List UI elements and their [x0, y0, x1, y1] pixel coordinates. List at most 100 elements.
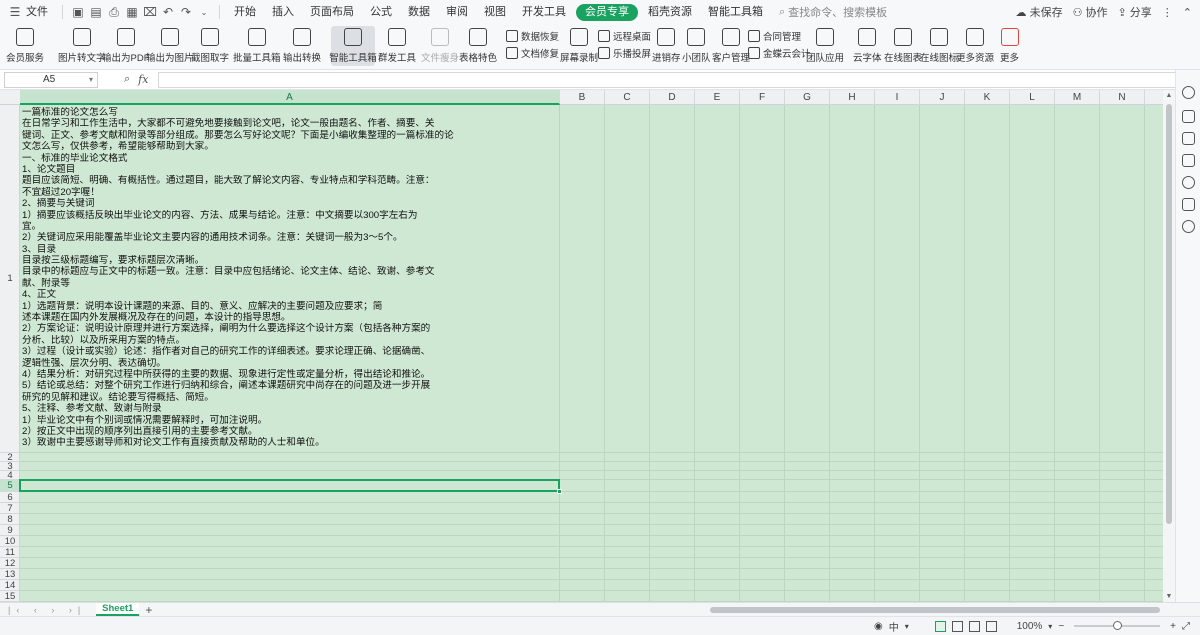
batch-tools-button[interactable]: 批量工具箱	[233, 26, 281, 66]
tab-page-layout[interactable]: 页面布局	[302, 0, 362, 24]
cast-screen-button[interactable]: 乐播投屏	[598, 45, 651, 61]
row-header-10[interactable]: 10	[0, 536, 20, 547]
column-header-m[interactable]: M	[1055, 90, 1100, 105]
export-icon[interactable]: ▤	[88, 4, 104, 20]
normal-view-icon[interactable]	[934, 620, 946, 632]
zoom-level[interactable]: 100%	[1017, 621, 1043, 632]
tab-review[interactable]: 审阅	[438, 0, 476, 24]
data-recover-button[interactable]: 数据恢复	[506, 28, 559, 44]
tab-smart-toolbox[interactable]: 智能工具箱	[700, 0, 771, 24]
cell-area[interactable]: 一篇标准的论文怎么写 在日常学习和工作生活中，大家都不可避免地要接触到论文吧，论…	[19, 105, 1163, 602]
row-header-13[interactable]: 13	[0, 569, 20, 580]
column-header-k[interactable]: K	[965, 90, 1010, 105]
img-to-text-button[interactable]: 图片转文字	[58, 26, 106, 66]
selected-cell[interactable]	[19, 479, 562, 494]
select-icon[interactable]	[1182, 110, 1195, 123]
doc-slim-button[interactable]: 文件瘦身	[421, 26, 459, 66]
export-convert-button[interactable]: 输出转换	[283, 26, 321, 66]
export-pdf-button[interactable]: 输出为PDF	[102, 26, 150, 66]
share-panel-icon[interactable]	[1182, 198, 1195, 211]
column-header-a[interactable]: A	[20, 90, 560, 105]
fill-handle[interactable]	[557, 489, 562, 494]
smart-toolbox-button[interactable]: 智能工具箱	[329, 26, 377, 66]
menu-file[interactable]: 文件	[24, 0, 56, 24]
share-button[interactable]: ⇪ 分享	[1118, 4, 1152, 20]
doc-repair-button[interactable]: 文档修复	[506, 45, 559, 61]
scroll-down-icon[interactable]: ▼	[1163, 593, 1175, 600]
help-icon[interactable]	[1182, 176, 1195, 189]
member-service-button[interactable]: 会员服务	[6, 26, 44, 66]
row-header-8[interactable]: 8	[0, 514, 20, 525]
small-team-button[interactable]: 小团队	[682, 26, 711, 66]
row-header-7[interactable]: 7	[0, 503, 20, 514]
row-header-11[interactable]: 11	[0, 547, 20, 558]
fx-button[interactable]: fx	[138, 73, 148, 86]
undo-icon[interactable]: ↶	[160, 4, 176, 20]
input-mode[interactable]: 中	[889, 619, 899, 634]
format-painter-icon[interactable]: ⌧	[142, 4, 158, 20]
crm-button[interactable]: 客户管理	[712, 26, 750, 66]
redo-icon[interactable]: ↷	[178, 4, 194, 20]
name-box[interactable]: A5 ▾	[4, 71, 98, 88]
row-header-4[interactable]: 4	[0, 470, 20, 481]
location-icon[interactable]	[1182, 220, 1195, 233]
more-button[interactable]: 更多	[1000, 26, 1019, 66]
tab-member[interactable]: 会员专享	[576, 3, 638, 21]
row-header-5[interactable]: 5	[0, 480, 20, 492]
crop-icon[interactable]	[1182, 154, 1195, 167]
tab-data[interactable]: 数据	[400, 0, 438, 24]
vertical-scrollbar[interactable]: ▲ ▼	[1163, 90, 1175, 602]
scroll-up-icon[interactable]: ▲	[1163, 92, 1175, 99]
online-chart-button[interactable]: 在线图表	[884, 26, 922, 66]
zoom-in-button[interactable]: +	[1170, 621, 1176, 632]
zoom-slider[interactable]	[1074, 621, 1161, 631]
eye-protect-icon[interactable]: ◉	[874, 621, 883, 632]
reading-view-icon[interactable]	[985, 620, 997, 632]
tab-start[interactable]: 开始	[226, 0, 264, 24]
inventory-button[interactable]: 进销存	[652, 26, 681, 66]
export-image-button[interactable]: 输出为图片	[146, 26, 194, 66]
page-break-view-icon[interactable]	[968, 620, 980, 632]
contract-button[interactable]: 合同管理	[748, 28, 801, 44]
hamburger-icon[interactable]: ☰	[7, 4, 23, 20]
more-menu-icon[interactable]: ⋮	[1162, 6, 1173, 19]
more-resources-button[interactable]: 更多资源	[956, 26, 994, 66]
formula-input[interactable]	[158, 72, 1186, 88]
row-header-1[interactable]: 1	[0, 105, 20, 453]
column-header-b[interactable]: B	[560, 90, 605, 105]
chevron-down-icon[interactable]: ⌄	[196, 4, 212, 20]
column-header-f[interactable]: F	[740, 90, 785, 105]
print-preview-icon[interactable]: ▦	[124, 4, 140, 20]
column-header-h[interactable]: H	[830, 90, 875, 105]
column-header-i[interactable]: I	[875, 90, 920, 105]
collapse-icon[interactable]: ⌃	[1183, 6, 1192, 19]
zoom-search-icon[interactable]: ⌕	[124, 73, 130, 86]
screen-record-button[interactable]: 屏幕录制	[560, 26, 598, 66]
page-layout-view-icon[interactable]	[951, 620, 963, 632]
command-search[interactable]: ⌕ 查找命令、搜索模板	[779, 4, 887, 20]
tab-insert[interactable]: 插入	[264, 0, 302, 24]
jindie-button[interactable]: 金蝶云会计	[748, 45, 811, 61]
column-header-g[interactable]: G	[785, 90, 830, 105]
column-header-e[interactable]: E	[695, 90, 740, 105]
zoom-knob[interactable]	[1112, 621, 1122, 630]
column-header-n[interactable]: N	[1100, 90, 1145, 105]
collab-button[interactable]: ⚇ 协作	[1073, 4, 1108, 20]
tab-docer[interactable]: 稻壳资源	[640, 0, 700, 24]
horizontal-scrollbar[interactable]	[706, 606, 1161, 614]
horizontal-scroll-thumb[interactable]	[710, 607, 1160, 613]
column-header-l[interactable]: L	[1010, 90, 1055, 105]
vertical-scroll-thumb[interactable]	[1166, 104, 1172, 524]
row-header-9[interactable]: 9	[0, 525, 20, 536]
add-sheet-button[interactable]: +	[145, 603, 152, 617]
properties-icon[interactable]	[1182, 132, 1195, 145]
table-feature-button[interactable]: 表格特色	[459, 26, 497, 66]
team-app-button[interactable]: 团队应用	[806, 26, 844, 66]
cell-a1-content[interactable]: 一篇标准的论文怎么写 在日常学习和工作生活中，大家都不可避免地要接触到论文吧，论…	[22, 107, 558, 449]
online-icon-button[interactable]: 在线图标	[920, 26, 958, 66]
row-header-15[interactable]: 15	[0, 591, 20, 602]
tab-view[interactable]: 视图	[476, 0, 514, 24]
row-header-14[interactable]: 14	[0, 580, 20, 591]
sheet-nav-icons[interactable]: |‹ ‹ › ›|	[8, 605, 86, 615]
column-header-c[interactable]: C	[605, 90, 650, 105]
